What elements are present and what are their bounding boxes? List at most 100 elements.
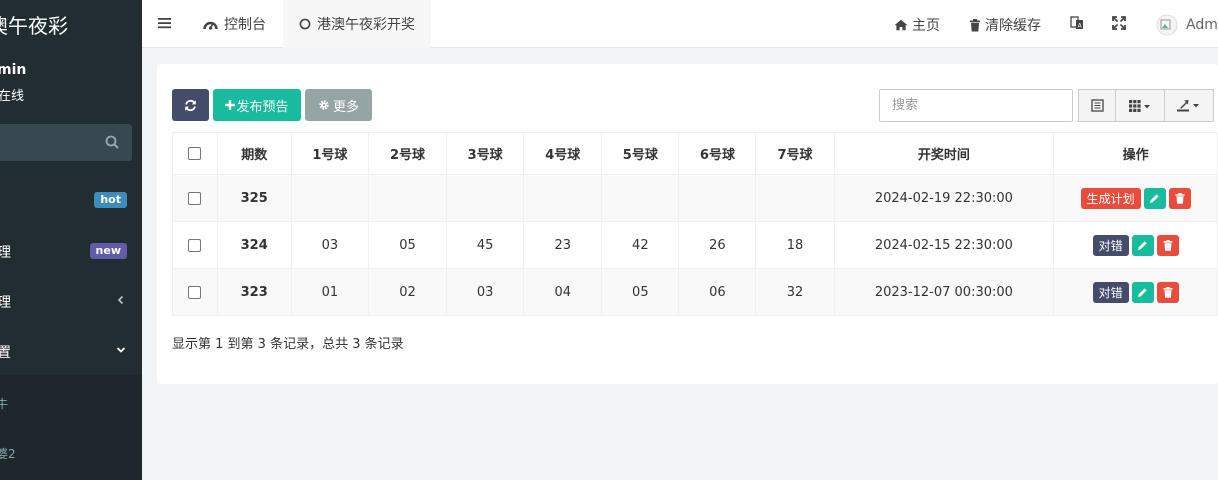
language-button[interactable]: A [1070, 16, 1088, 30]
home-icon [894, 19, 908, 31]
circle-icon [299, 18, 311, 30]
column-header: 6号球 [678, 132, 757, 175]
column-header[interactable]: 期数 [216, 132, 292, 175]
pencil-icon [1138, 287, 1147, 297]
lottery-table: 期数 1号球 2号球 3号球 4号球 5号球 6号球 7号球 开奖时间 操作 3… [172, 132, 1218, 316]
refresh-button[interactable] [172, 89, 209, 121]
pencil-icon [1138, 240, 1147, 250]
more-label: 更多 [332, 99, 359, 115]
ball-cell: 03 [290, 221, 369, 269]
generate-plan-button[interactable]: 生成计划 [1080, 187, 1141, 209]
column-header: 操作 [1053, 132, 1218, 175]
actions-cell: 生成计划 [1053, 174, 1218, 222]
sidebar-item-collapsed[interactable]: 理 [0, 283, 142, 319]
fullscreen-icon [1112, 16, 1126, 30]
table-row: 324 03 05 45 23 42 26 18 2024-02-15 22:3… [172, 221, 1218, 269]
draw-time-cell: 2023-12-07 00:30:00 [833, 268, 1055, 316]
avatar [1156, 14, 1178, 36]
home-link[interactable]: 主页 [894, 15, 940, 35]
user-name: min [0, 62, 27, 78]
ball-cell [446, 174, 525, 222]
sidebar-item-hot[interactable]: hot [0, 182, 142, 218]
table-header-row: 期数 1号球 2号球 3号球 4号球 5号球 6号球 7号球 开奖时间 操作 [172, 132, 1218, 175]
toggle-view-button[interactable] [1078, 89, 1116, 122]
search-input[interactable] [879, 89, 1073, 122]
column-header: 1号球 [290, 132, 369, 175]
gear-icon [319, 100, 329, 110]
issue-cell: 323 [216, 268, 292, 316]
translate-icon: A [1070, 16, 1084, 30]
row-select-cell [172, 221, 218, 269]
sidebar: 澳午夜彩 min 在线 hot 理 new 理 置 牛 婆2 [0, 0, 142, 480]
column-header: 5号球 [601, 132, 680, 175]
actions-cell: 对错 [1053, 221, 1218, 269]
pagination-info: 显示第 1 到第 3 条记录，总共 3 条记录 [172, 337, 404, 352]
list-view-icon [1090, 99, 1104, 112]
table-tools [1078, 89, 1214, 122]
row-select-cell [172, 174, 218, 222]
publish-forecast-label: 发布预告 [236, 99, 289, 115]
trash-icon [1163, 239, 1173, 251]
refresh-icon [185, 99, 196, 111]
sidebar-item-label: 置 [0, 345, 11, 361]
ball-cell: 32 [755, 268, 835, 316]
check-result-button[interactable]: 对错 [1092, 281, 1129, 303]
export-button[interactable] [1164, 89, 1214, 122]
check-result-button[interactable]: 对错 [1092, 234, 1129, 256]
row-checkbox[interactable] [188, 285, 202, 299]
trash-icon [1163, 286, 1173, 298]
column-header[interactable]: 开奖时间 [833, 132, 1055, 175]
columns-button[interactable] [1115, 89, 1165, 122]
tab-label: 控制台 [224, 17, 266, 33]
table-row: 325 2024-02-19 22:30:00 生成计划 [172, 174, 1218, 222]
delete-button[interactable] [1156, 234, 1179, 256]
edit-button[interactable] [1131, 234, 1154, 256]
trash-icon [969, 18, 981, 32]
ball-cell: 04 [523, 268, 603, 316]
draw-time-cell: 2024-02-15 22:30:00 [833, 221, 1055, 269]
ball-cell: 03 [446, 268, 525, 316]
tab-lottery-draw[interactable]: 港澳午夜彩开奖 [283, 0, 431, 48]
row-checkbox[interactable] [188, 191, 202, 205]
columns-icon [1129, 99, 1150, 112]
edit-button[interactable] [1143, 187, 1166, 209]
sidebar-item-label: 理 [0, 245, 11, 261]
select-all-cell [172, 132, 218, 175]
publish-forecast-button[interactable]: 发布预告 [213, 89, 301, 121]
trash-icon [1175, 192, 1185, 204]
table-row: 323 01 02 03 04 05 06 32 2023-12-07 00:3… [172, 268, 1218, 316]
user-label: Adm [1186, 17, 1218, 33]
fullscreen-button[interactable] [1112, 16, 1130, 30]
ball-cell: 05 [601, 268, 680, 316]
sidebar-item-new[interactable]: 理 new [0, 233, 142, 269]
sidebar-item-expanded[interactable]: 置 [0, 333, 142, 369]
chevron-left-icon [117, 295, 124, 305]
dashboard-icon [203, 18, 218, 31]
clear-cache-label: 清除缓存 [985, 18, 1041, 34]
ball-cell: 26 [678, 221, 757, 269]
edit-button[interactable] [1131, 281, 1154, 303]
user-menu[interactable]: Adm [1156, 14, 1218, 36]
actions-cell: 对错 [1053, 268, 1218, 316]
column-header: 3号球 [446, 132, 525, 175]
issue-cell: 324 [216, 221, 292, 269]
delete-button[interactable] [1168, 187, 1191, 209]
submenu-item[interactable]: 牛 [0, 395, 8, 412]
column-header: 7号球 [755, 132, 835, 175]
row-checkbox[interactable] [188, 238, 202, 252]
ball-cell [755, 174, 835, 222]
submenu-item[interactable]: 婆2 [0, 445, 16, 462]
export-icon [1177, 100, 1199, 112]
select-all-checkbox[interactable] [188, 147, 202, 160]
content-panel: 发布预告 更多 搜索 期数 1号球 2号球 3号球 4号球 5号球 6号球 7号… [157, 64, 1218, 384]
ball-cell [678, 174, 757, 222]
menu-toggle-icon[interactable] [158, 16, 172, 30]
ball-cell [367, 174, 448, 222]
sidebar-search[interactable] [0, 124, 132, 161]
tab-dashboard[interactable]: 控制台 [189, 0, 280, 48]
delete-button[interactable] [1156, 281, 1179, 303]
clear-cache-link[interactable]: 清除缓存 [969, 15, 1041, 35]
more-button[interactable]: 更多 [305, 89, 372, 121]
hot-badge: hot [94, 192, 127, 208]
ball-cell [601, 174, 680, 222]
